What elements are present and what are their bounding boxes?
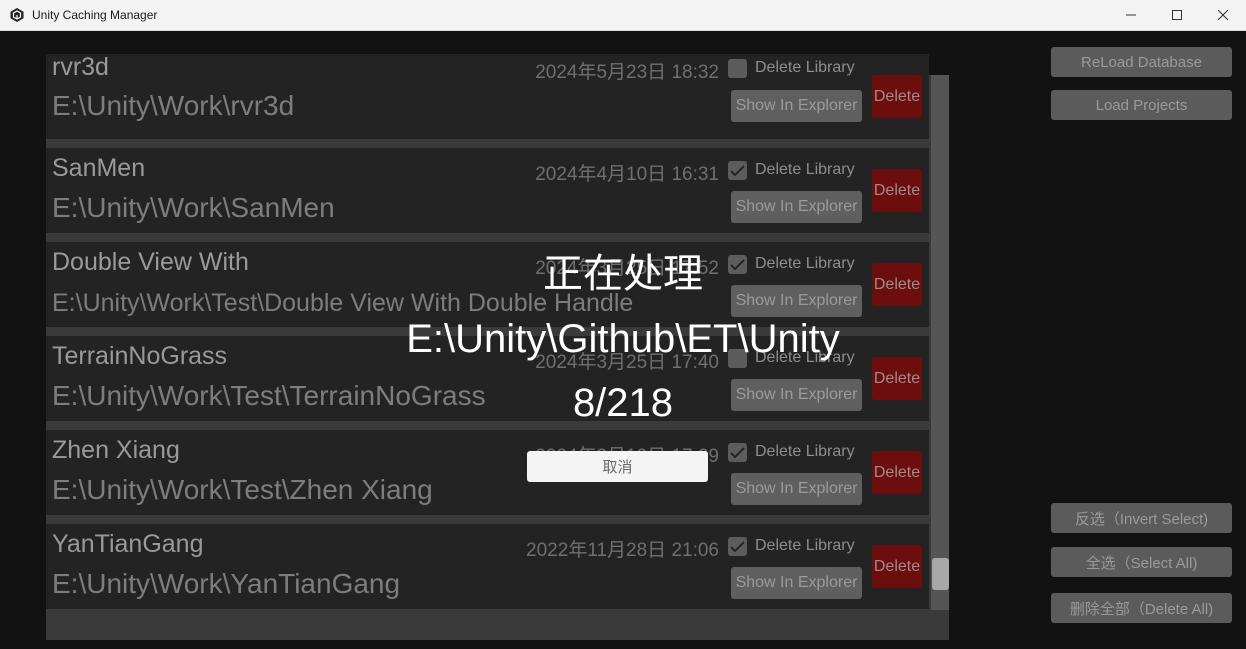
checkmark-icon [730, 541, 745, 553]
title-bar: Unity Caching Manager [0, 0, 1246, 31]
delete-all-button[interactable]: 删除全部（Delete All) [1051, 593, 1232, 623]
show-in-explorer-button[interactable]: Show In Explorer [731, 90, 862, 122]
processing-path: E:\Unity\Github\ET\Unity [406, 317, 840, 361]
delete-button[interactable]: Delete [872, 169, 922, 212]
minimize-icon [1126, 14, 1136, 16]
project-name: SanMen [52, 154, 146, 182]
project-date: 2022年11月28日 21:06 [526, 540, 719, 561]
load-projects-button[interactable]: Load Projects [1051, 90, 1232, 120]
window-title: Unity Caching Manager [32, 8, 158, 22]
project-path: E:\Unity\Work\Test\Zhen Xiang [52, 474, 433, 505]
processing-status: 正在处理 [543, 252, 703, 296]
row-divider [46, 515, 929, 524]
minimize-button[interactable] [1108, 0, 1154, 30]
maximize-icon [1172, 10, 1182, 20]
reload-database-button[interactable]: ReLoad Database [1051, 47, 1232, 77]
project-name: Zhen Xiang [52, 436, 180, 464]
processing-progress: 8/218 [572, 381, 674, 425]
delete-library-checkbox[interactable] [728, 59, 747, 78]
show-in-explorer-button[interactable]: Show In Explorer [731, 191, 862, 223]
project-path: E:\Unity\Work\rvr3d [52, 90, 295, 121]
scrollbar-thumb[interactable] [932, 558, 949, 590]
project-path: E:\Unity\Work\SanMen [52, 192, 335, 223]
delete-library-label: Delete Library [755, 161, 855, 178]
delete-button[interactable]: Delete [872, 75, 922, 118]
project-date: 2024年4月10日 16:31 [535, 164, 719, 185]
project-name: rvr3d [52, 53, 109, 81]
checkmark-icon [730, 165, 745, 177]
show-in-explorer-button[interactable]: Show In Explorer [731, 567, 862, 599]
delete-button[interactable]: Delete [872, 545, 922, 588]
project-row: SanMen E:\Unity\Work\SanMen 2024年4月10日 1… [46, 148, 929, 233]
maximize-button[interactable] [1154, 0, 1200, 30]
project-name: YanTianGang [52, 530, 204, 558]
cancel-button[interactable]: 取消 [527, 451, 708, 482]
project-row: rvr3d E:\Unity\Work\rvr3d 2024年5月23日 18:… [46, 53, 929, 139]
select-all-button[interactable]: 全选（Select All) [1051, 547, 1232, 577]
delete-button[interactable]: Delete [872, 451, 922, 494]
delete-library-label: Delete Library [755, 59, 855, 76]
project-row: Zhen Xiang E:\Unity\Work\Test\Zhen Xiang… [46, 430, 929, 515]
close-button[interactable] [1200, 0, 1246, 30]
delete-library-label: Delete Library [755, 537, 855, 554]
project-path: E:\Unity\Work\YanTianGang [52, 568, 401, 599]
project-date: 2024年5月23日 18:32 [535, 62, 719, 83]
delete-library-checkbox[interactable] [728, 161, 747, 180]
checkmark-icon [730, 447, 745, 459]
main-content: rvr3d E:\Unity\Work\rvr3d 2024年5月23日 18:… [0, 31, 1246, 649]
app-window: Unity Caching Manager rvr3d E:\Unity\Wor… [0, 0, 1246, 649]
project-row: YanTianGang E:\Unity\Work\YanTianGang 20… [46, 524, 929, 609]
close-icon [1218, 10, 1228, 20]
row-divider [46, 139, 929, 148]
invert-select-button[interactable]: 反选（Invert Select) [1051, 503, 1232, 533]
delete-library-checkbox[interactable] [728, 537, 747, 556]
delete-library-checkbox[interactable] [728, 443, 747, 462]
show-in-explorer-button[interactable]: Show In Explorer [731, 473, 862, 505]
unity-logo-icon [10, 8, 24, 22]
delete-library-label: Delete Library [755, 443, 855, 460]
